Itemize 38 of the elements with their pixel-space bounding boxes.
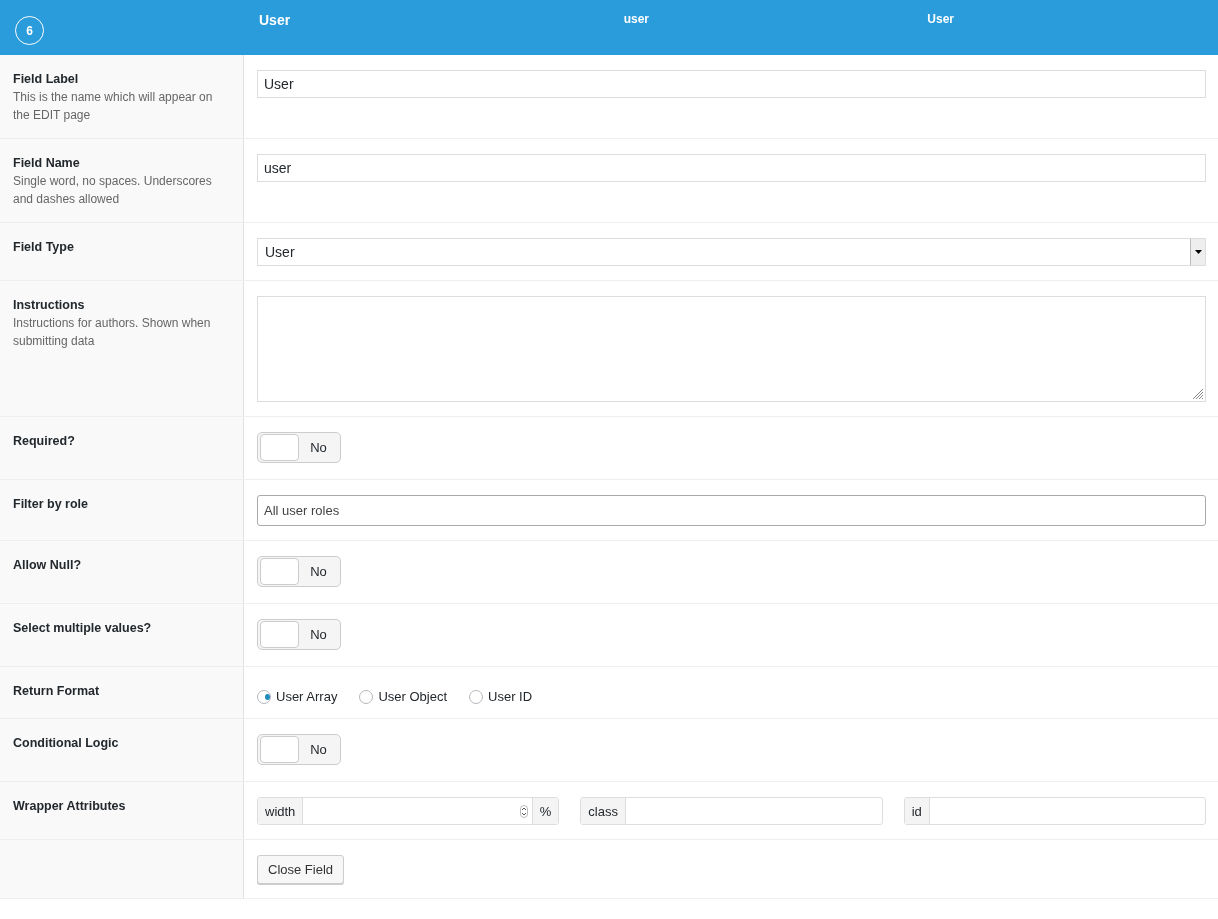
setting-label: Select multiple values?: [13, 621, 153, 635]
radio-option[interactable]: User Object: [359, 689, 448, 704]
setting-description: Single word, no spaces. Underscores and dashes allowed: [13, 173, 213, 208]
setting-label: Field Name: [13, 156, 81, 170]
setting-label: Field Label: [13, 72, 80, 86]
caret-icon: [1194, 250, 1202, 254]
field-type-dropdown[interactable]: User: [257, 238, 1206, 266]
setting-description: This is the name which will appear on the EDIT page: [13, 89, 214, 124]
spinner-icon[interactable]: [519, 804, 528, 818]
radio-option[interactable]: User Array: [257, 689, 338, 704]
toggle-switch[interactable]: No: [257, 734, 341, 765]
setting-label: Field Type: [13, 240, 75, 254]
attribute-input-field[interactable]: class: [580, 797, 883, 825]
resize-grip-icon[interactable]: [1192, 388, 1203, 399]
field-type-heading: User: [926, 11, 955, 28]
text-input-field[interactable]: user: [257, 154, 1206, 182]
close-field-button[interactable]: Close Field: [257, 855, 345, 884]
attribute-input-field[interactable]: width %: [257, 797, 560, 825]
setting-label: Required?: [13, 434, 76, 448]
toggle-switch[interactable]: No: [257, 432, 341, 463]
field-name-heading: user: [622, 11, 650, 28]
attribute-input-field[interactable]: id: [903, 797, 1206, 825]
setting-label: Conditional Logic: [13, 736, 120, 750]
radio-option[interactable]: User ID: [469, 689, 533, 704]
setting-description: Instructions for authors. Shown when submitting data: [13, 315, 212, 350]
toggle-switch[interactable]: No: [257, 619, 341, 650]
setting-label: Instructions: [13, 298, 86, 312]
text-input-field[interactable]: User: [257, 70, 1206, 98]
field-label-heading: User: [258, 11, 292, 30]
setting-label: Wrapper Attributes: [13, 799, 127, 813]
radio-button[interactable]: [359, 689, 374, 704]
radio-button[interactable]: [469, 689, 484, 704]
toggle-switch[interactable]: No: [257, 556, 341, 587]
radio-button[interactable]: [257, 689, 271, 704]
setting-label: Filter by role: [13, 497, 90, 511]
role-select-field[interactable]: All user roles: [257, 495, 1206, 526]
setting-label: Return Format: [13, 684, 101, 698]
setting-label: Allow Null?: [13, 558, 83, 572]
